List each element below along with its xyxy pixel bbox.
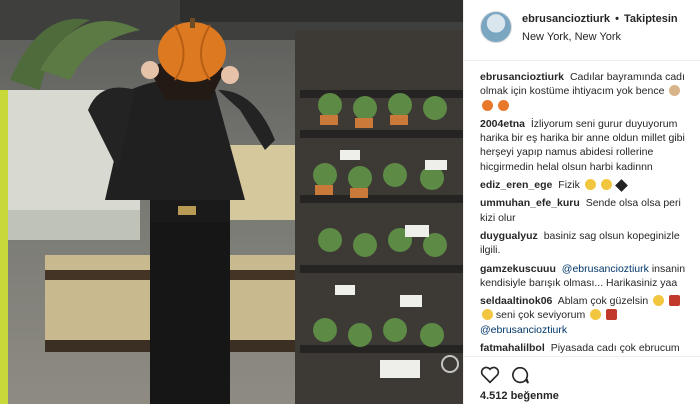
comment-item: ummuhan_efe_kuru Sende olsa olsa peri ki… [480,196,692,225]
comment-username[interactable]: gamzekuscuuu [480,263,556,275]
following-button[interactable]: Takiptesin [624,13,678,25]
smile-icon [482,309,493,321]
comment-username[interactable]: duygualyuz [480,230,538,242]
comment-item: ediz_eren_ege Fizik [480,178,692,192]
post-sidebar: ebrusancioztiurk • Takiptesin New York, … [463,0,700,404]
black-heart-icon [614,179,628,192]
comment-username[interactable]: 2004etna [480,118,525,130]
comment-text-line2: seni çok seviyorum [495,309,586,322]
comment-text: Fizik [558,179,580,192]
pumpkin-icon [497,99,509,111]
avatar[interactable] [480,11,512,43]
comment-item: duygualyuz basiniz sag olsun kopeginizle… [480,229,692,258]
comment-username[interactable]: ediz_eren_ege [480,179,552,191]
kiss-icon [590,309,602,321]
like-heart-icon[interactable] [480,366,500,384]
comment-username[interactable]: seldaaltinok06 [480,295,552,307]
location-link[interactable]: New York, New York [522,31,621,43]
separator-dot: • [615,13,619,25]
username-link[interactable]: ebrusancioztiurk [522,13,610,25]
comment-item: ebrusancioztiurk Cadılar bayramında cadı… [480,70,692,113]
sunglasses-icon [600,179,612,191]
comment-text: Ablam çok güzelsin [557,295,649,308]
post-actions: 4.512 beğenme [464,356,700,405]
post-header-line: ebrusancioztiurk • Takiptesin [522,13,678,25]
heart-eyes-icon [653,295,665,307]
heart-icon [669,295,681,307]
comment-item: 2004etna İzliyorum seni gurur duyuyorum … [480,117,692,174]
comment-mention[interactable]: @ebrusancioztiurk [480,324,567,336]
comment-item: gamzekuscuuu @ebrusancioztiurk insanin k… [480,262,692,291]
likes-count[interactable]: 4.512 beğenme [480,390,559,402]
comment-bubble-icon[interactable] [510,366,530,384]
comment-username[interactable]: ebrusancioztiurk [480,71,564,83]
photo-scene [0,0,463,404]
comments-list: ebrusancioztiurk Cadılar bayramında cadı… [480,70,692,359]
woman-icon [669,85,681,97]
heart-eyes-icon [584,179,596,191]
comment-username[interactable]: fatmahalilbol [480,342,545,354]
comment-item: seldaaltinok06 Ablam çok güzelsin seni ç… [480,294,692,337]
comment-username[interactable]: ummuhan_efe_kuru [480,197,580,209]
comment-text: Piyasada cadı çok ebrucum [550,342,680,355]
comment-mention[interactable]: @ebrusancioztiurk [562,263,649,275]
comment-item: fatmahalilbol Piyasada cadı çok ebrucum [480,341,692,355]
post-header: ebrusancioztiurk • Takiptesin New York, … [464,0,700,61]
dancer-icon [606,309,618,321]
watermark-icon [441,355,459,373]
post-photo [0,0,463,404]
pumpkin-icon [482,99,493,111]
